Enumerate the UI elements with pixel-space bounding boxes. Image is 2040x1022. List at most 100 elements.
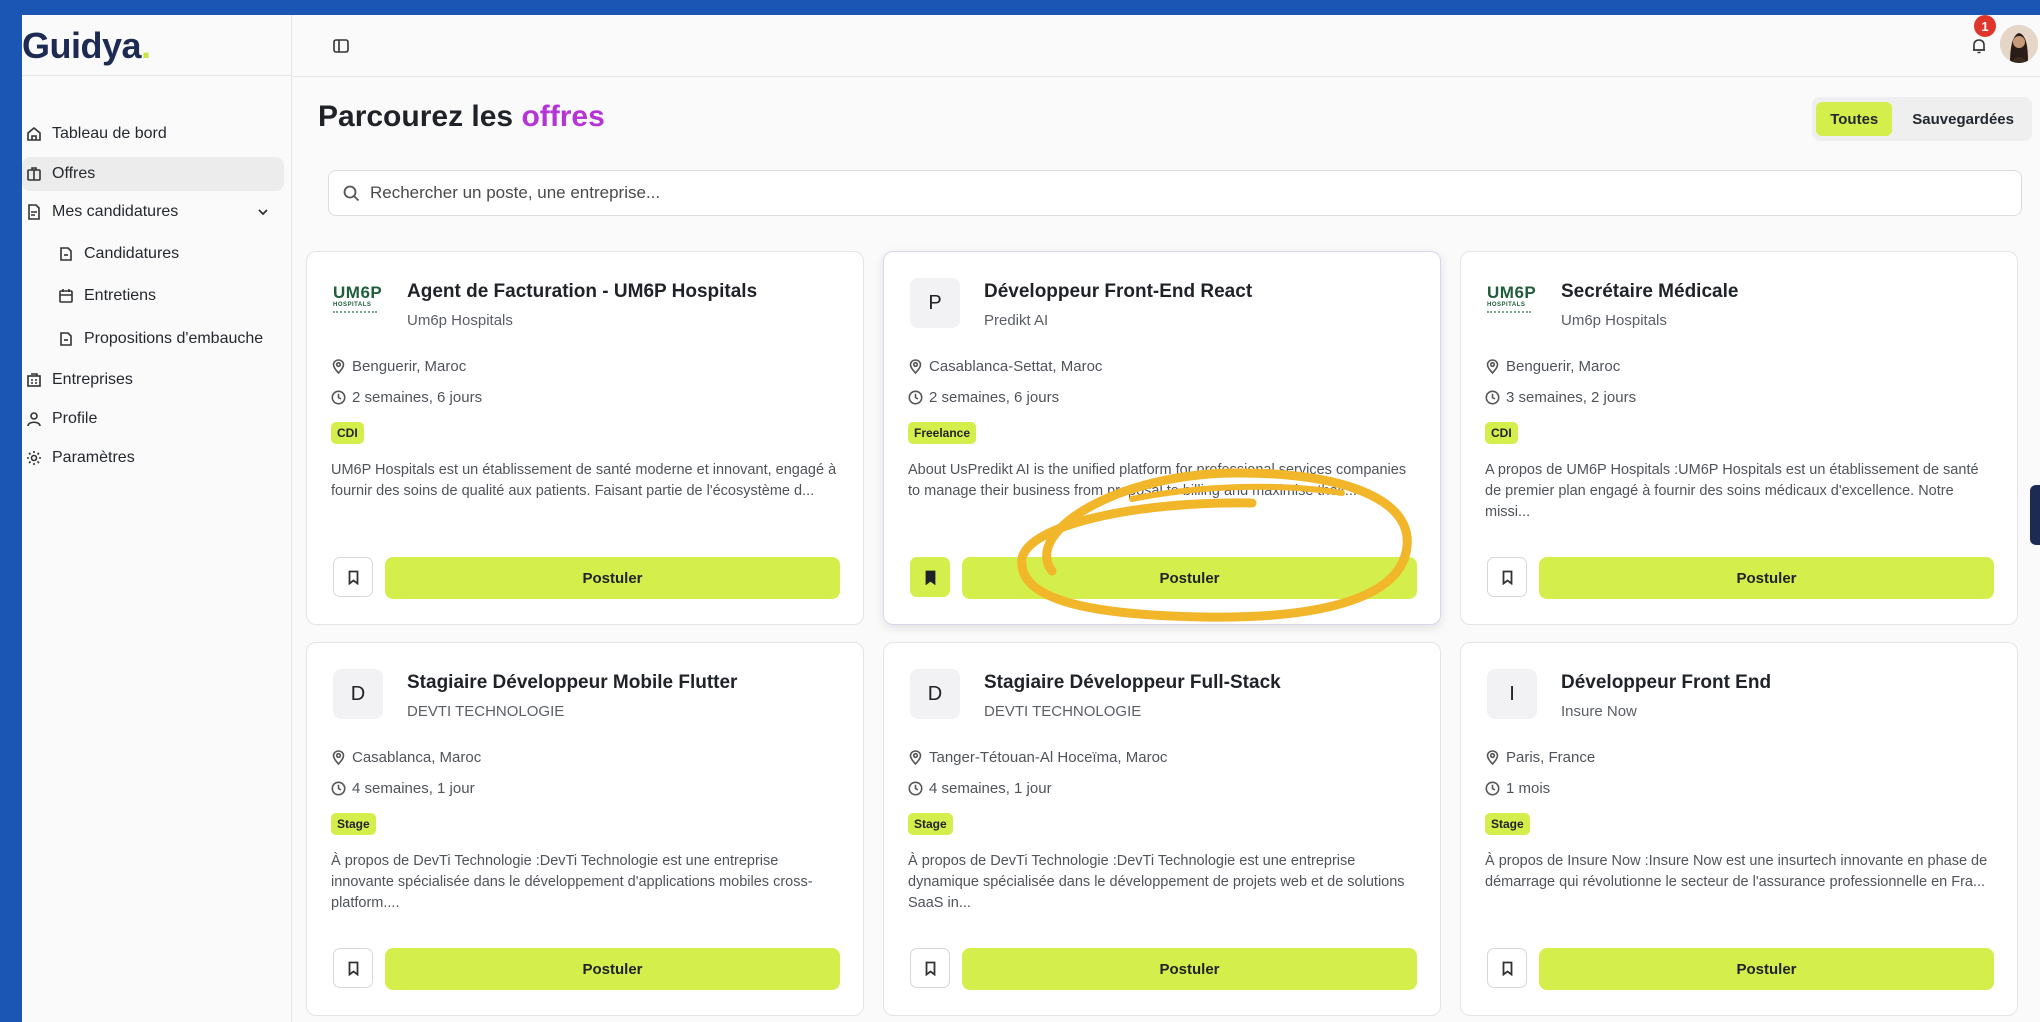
home-icon (26, 125, 48, 143)
location-pin-icon (332, 359, 345, 374)
sidebar-item-dashboard[interactable]: Tableau de bord (22, 117, 284, 151)
company-logo: I (1487, 669, 1537, 719)
sidebar-item-label: Propositions d'embauche (84, 330, 264, 347)
app-window: Guidya. Tableau de bord Offres Mes candi… (22, 15, 2040, 1022)
job-card[interactable]: D Stagiaire Développeur Mobile Flutter D… (306, 642, 864, 1016)
job-description: A propos de UM6P Hospitals :UM6P Hospita… (1485, 462, 1979, 520)
bookmark-icon (348, 570, 358, 585)
bookmark-icon (925, 961, 935, 976)
search-bar (328, 170, 2022, 216)
job-title[interactable]: Agent de Facturation - UM6P Hospitals (407, 281, 757, 303)
apply-button[interactable]: Postuler (1539, 557, 1994, 599)
clock-icon (1485, 781, 1500, 796)
file-icon (26, 203, 48, 221)
sidebar-item-candidatures[interactable]: Candidatures (22, 237, 284, 271)
bookmark-icon (925, 570, 935, 585)
doc-icon (58, 330, 80, 348)
gear-icon (26, 449, 48, 467)
bell-icon[interactable] (1970, 37, 1988, 60)
clock-icon (331, 390, 346, 405)
sidebar-item-label: Tableau de bord (52, 125, 167, 142)
company-logo: UM6P HOSPITALS (333, 278, 383, 328)
job-location: Casablanca-Settat, Maroc (908, 358, 1102, 375)
job-title[interactable]: Secrétaire Médicale (1561, 281, 1738, 303)
company-name: DEVTI TECHNOLOGIE (407, 703, 565, 720)
job-location: Tanger-Tétouan-Al Hoceïma, Maroc (908, 749, 1167, 766)
company-name: Um6p Hospitals (407, 312, 513, 329)
sidebar-item-label: Profile (52, 410, 98, 427)
sidebar-toggle-icon[interactable] (332, 37, 350, 60)
bookmark-button[interactable] (910, 948, 950, 988)
apply-button[interactable]: Postuler (385, 948, 840, 990)
sidebar-item-parametres[interactable]: Paramètres (22, 441, 284, 475)
contract-type-badge: Freelance (908, 422, 977, 444)
filter-toggle: Toutes Sauvegardées (1812, 97, 2032, 141)
company-name: Insure Now (1561, 703, 1637, 720)
bookmark-button[interactable] (1487, 948, 1527, 988)
job-card[interactable]: I Développeur Front End Insure Now Paris… (1460, 642, 2018, 1016)
job-card[interactable]: UM6P HOSPITALS Secrétaire Médicale Um6p H… (1460, 251, 2018, 625)
company-logo: P (910, 278, 960, 328)
contract-type-badge: CDI (331, 422, 364, 444)
job-title[interactable]: Stagiaire Développeur Mobile Flutter (407, 672, 737, 694)
sidebar-item-label: Offres (52, 165, 96, 182)
bookmark-icon (348, 961, 358, 976)
apply-button[interactable]: Postuler (962, 557, 1417, 599)
app-logo[interactable]: Guidya. (22, 25, 151, 67)
location-pin-icon (1486, 359, 1499, 374)
sidebar-item-label: Candidatures (84, 245, 180, 262)
contract-type-badge: CDI (1485, 422, 1518, 444)
bookmark-button[interactable] (333, 557, 373, 597)
job-description: À propos de DevTi Technologie :DevTi Tec… (908, 853, 1405, 911)
sidebar-item-profile[interactable]: Profile (22, 402, 284, 436)
chevron-down-icon[interactable] (256, 205, 270, 224)
job-posted: 2 semaines, 6 jours (908, 389, 1059, 406)
briefcase-icon (26, 165, 48, 183)
bookmark-button[interactable] (910, 557, 950, 597)
calendar-icon (58, 287, 80, 305)
company-logo: D (333, 669, 383, 719)
job-location: Casablanca, Maroc (331, 749, 481, 766)
job-posted: 1 mois (1485, 780, 1550, 797)
divider (22, 75, 292, 76)
building-icon (26, 371, 48, 389)
company-name: DEVTI TECHNOLOGIE (984, 703, 1142, 720)
sidebar: Guidya. Tableau de bord Offres Mes candi… (22, 15, 292, 1022)
job-card[interactable]: D Stagiaire Développeur Full-Stack DEVTI… (883, 642, 1441, 1016)
page-title: Parcourez les offres (318, 100, 605, 133)
job-description: UM6P Hospitals est un établissement de s… (331, 462, 837, 499)
sidebar-item-mes-candidatures[interactable]: Mes candidatures (22, 195, 284, 229)
apply-button[interactable]: Postuler (385, 557, 840, 599)
contract-type-badge: Stage (331, 813, 376, 835)
company-logo: D (910, 669, 960, 719)
bookmark-button[interactable] (1487, 557, 1527, 597)
top-bar: 1 (292, 15, 2040, 77)
filter-all-button[interactable]: Toutes (1816, 102, 1893, 136)
sidebar-item-entreprises[interactable]: Entreprises (22, 363, 284, 397)
sidebar-item-label: Paramètres (52, 449, 135, 466)
job-title[interactable]: Développeur Front-End React (984, 281, 1252, 303)
job-card[interactable]: UM6P HOSPITALS Agent de Facturation - UM6… (306, 251, 864, 625)
job-posted: 2 semaines, 6 jours (331, 389, 482, 406)
company-name: Um6p Hospitals (1561, 312, 1667, 329)
job-posted: 4 semaines, 1 jour (331, 780, 475, 797)
clock-icon (908, 781, 923, 796)
job-title[interactable]: Stagiaire Développeur Full-Stack (984, 672, 1281, 694)
sidebar-item-entretiens[interactable]: Entretiens (22, 279, 284, 313)
job-location: Paris, France (1485, 749, 1595, 766)
bookmark-button[interactable] (333, 948, 373, 988)
clock-icon (331, 781, 346, 796)
sidebar-item-offres[interactable]: Offres (22, 157, 284, 191)
job-card[interactable]: P Développeur Front-End React Predikt AI… (883, 251, 1441, 625)
search-input[interactable] (370, 183, 1970, 203)
side-drawer-handle[interactable] (2030, 485, 2040, 545)
filter-saved-button[interactable]: Sauvegardées (1898, 102, 2028, 136)
location-pin-icon (1486, 750, 1499, 765)
avatar[interactable] (2000, 25, 2038, 63)
sidebar-item-propositions[interactable]: Propositions d'embauche (22, 322, 284, 356)
user-icon (26, 410, 48, 428)
job-title[interactable]: Développeur Front End (1561, 672, 1771, 694)
apply-button[interactable]: Postuler (1539, 948, 1994, 990)
apply-button[interactable]: Postuler (962, 948, 1417, 990)
search-icon (343, 185, 360, 201)
